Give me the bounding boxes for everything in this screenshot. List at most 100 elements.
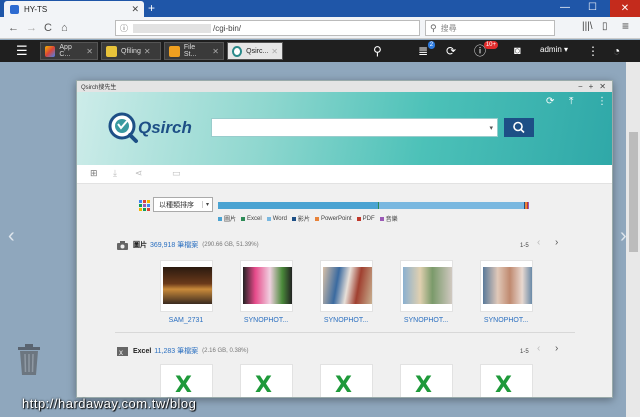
tab-app-center[interactable]: App C... ✕ — [40, 42, 98, 60]
thumbnail-filename[interactable]: SAM_2731 — [150, 317, 222, 324]
image-thumbnail[interactable] — [240, 260, 293, 312]
event-notification-icon[interactable]: ⓘ 10+ — [474, 41, 499, 58]
excel-thumbnail[interactable]: X — [400, 364, 453, 397]
more-options-icon[interactable]: ⋮ — [597, 96, 607, 108]
sort-by-label: 以種類排序 — [159, 201, 194, 209]
trash-icon[interactable] — [16, 344, 42, 376]
browser-tab-title: HY-TS — [24, 4, 48, 14]
excel-thumbnail[interactable]: X — [240, 364, 293, 398]
legend-label: 圖片 — [224, 217, 237, 223]
thumbnail-filename[interactable]: SYNOPHOT... — [470, 317, 542, 324]
qts-search-icon[interactable]: ⚲ — [373, 44, 382, 58]
sync-icon[interactable]: ⟳ — [446, 44, 456, 58]
browser-tab[interactable]: HY-TS ✕ — [4, 1, 144, 17]
image-thumbnail[interactable] — [160, 260, 213, 312]
photo-synophoto-2 — [323, 267, 372, 304]
photo-synophoto-4 — [483, 267, 532, 304]
page-scrollbar[interactable] — [626, 62, 640, 417]
dashboard-icon[interactable]: ◔ — [613, 44, 620, 58]
qnap-favicon-icon — [10, 4, 19, 14]
tab-file-station[interactable]: File St... ✕ — [164, 42, 224, 60]
window-minimize-button[interactable]: — — [560, 1, 570, 15]
excel-thumbnail[interactable]: X — [480, 364, 533, 397]
select-all-icon[interactable]: ⊞ — [90, 168, 98, 179]
background-tasks-icon[interactable]: ≣ 2 — [418, 41, 436, 58]
tab-qsirch[interactable]: Qsirc... ✕ — [227, 42, 283, 60]
legend-swatch — [241, 216, 246, 221]
distribution-segment — [527, 202, 529, 209]
scrollbar-thumb[interactable] — [629, 132, 638, 252]
home-button[interactable]: ⌂ — [61, 20, 68, 36]
image-thumbnail[interactable] — [320, 260, 373, 312]
section-size: (290.66 GB, 51.39%) — [202, 242, 259, 248]
thumbnail-filename[interactable]: SYNOPHOT... — [230, 317, 302, 324]
tab-qfiling[interactable]: Qfiling ✕ — [101, 42, 161, 60]
legend-label: PowerPoint — [320, 215, 352, 222]
chevron-down-icon: ▾ — [201, 201, 212, 208]
search-placeholder: 搜尋 — [440, 23, 457, 33]
pager-next-button[interactable]: › — [555, 237, 558, 248]
more-options-icon[interactable]: ⋮ — [587, 44, 599, 58]
thumbnail-filename[interactable]: SYNOPHOT... — [390, 317, 462, 324]
tab-close-icon[interactable]: ✕ — [131, 4, 139, 15]
folder-icon[interactable]: ▭ — [172, 168, 181, 179]
user-avatar-icon[interactable]: ◙ — [514, 44, 521, 58]
sort-by-dropdown[interactable]: 以種類排序 ▾ — [153, 197, 213, 212]
excel-thumbnail[interactable]: X — [160, 364, 213, 397]
tab-label: App C... — [59, 44, 72, 58]
upload-icon[interactable]: ⤒ — [569, 96, 573, 108]
qsirch-maximize-button[interactable]: + — [589, 82, 594, 92]
qsirch-search-input[interactable]: ▾ — [211, 118, 498, 137]
qsirch-window-titlebar[interactable]: Qsirch搜先生 − + ✕ — [77, 81, 612, 92]
download-icon[interactable]: ⤓ — [113, 168, 117, 179]
legend-swatch — [356, 216, 361, 221]
refresh-icon[interactable]: ⟳ — [546, 96, 554, 108]
section-count-link[interactable]: 11,283 筆檔案 — [154, 346, 198, 356]
qsirch-minimize-button[interactable]: − — [578, 82, 583, 92]
legend-item: Excel — [241, 214, 262, 223]
forward-button[interactable]: → — [26, 20, 37, 36]
browser-menu-icon[interactable]: ≡ — [622, 19, 629, 33]
qsirch-toolbar: ⊞ ⤓ ⋖ ▭ — [77, 165, 612, 184]
site-info-icon[interactable]: ⓘ — [120, 23, 128, 34]
main-menu-icon[interactable]: ☰ — [16, 43, 28, 58]
app-center-icon — [45, 45, 56, 57]
chevron-down-icon[interactable]: ▾ — [489, 124, 493, 132]
window-maximize-button[interactable]: ☐ — [588, 1, 597, 15]
tab-close-icon[interactable]: ✕ — [144, 47, 151, 56]
tab-close-icon[interactable]: ✕ — [212, 47, 219, 56]
distribution-segment — [378, 202, 524, 209]
desktop-prev-arrow[interactable]: ‹ — [8, 225, 15, 248]
pager-next-button[interactable]: › — [555, 343, 558, 354]
qsirch-search-button[interactable] — [504, 118, 534, 137]
reload-button[interactable]: C — [44, 20, 52, 36]
share-icon[interactable]: ⋖ — [135, 168, 143, 179]
tab-close-icon[interactable]: ✕ — [271, 47, 278, 56]
user-menu[interactable]: admin ▾ — [540, 45, 568, 54]
image-thumbnail[interactable] — [480, 260, 533, 312]
back-button[interactable]: ← — [8, 20, 19, 36]
qts-toolbar: ☰ App C... ✕ Qfiling ✕ File St... ✕ Qsir… — [0, 40, 640, 62]
excel-thumbnail[interactable]: X — [320, 364, 373, 397]
legend-label: Word — [272, 215, 287, 222]
address-bar[interactable]: ⓘ /cgi-bin/ — [115, 20, 420, 36]
legend-item: 影片 — [291, 214, 310, 223]
legend-item: 圖片 — [218, 214, 236, 223]
legend-label: 音樂 — [385, 217, 398, 223]
pager-prev-button[interactable]: ‹ — [537, 343, 540, 354]
sidebar-icon[interactable]: ▯ — [602, 21, 608, 32]
pager-prev-button[interactable]: ‹ — [537, 237, 540, 248]
qsirch-close-button[interactable]: ✕ — [599, 82, 606, 92]
pager-range: 1-5 — [520, 243, 529, 249]
new-tab-button[interactable]: + — [148, 1, 155, 15]
section-count-link[interactable]: 369,918 筆檔案 — [150, 240, 198, 250]
tab-close-icon[interactable]: ✕ — [86, 47, 93, 56]
tasks-badge: 2 — [427, 41, 436, 49]
image-thumbnail[interactable] — [400, 260, 453, 312]
excel-file-icon: X — [255, 373, 272, 398]
thumbnail-filename[interactable]: SYNOPHOT... — [310, 317, 382, 324]
library-icon[interactable]: |||\ — [582, 21, 593, 32]
window-close-button[interactable]: ✕ — [610, 0, 640, 17]
browser-search-input[interactable]: ⚲ 搜尋 — [425, 20, 555, 36]
qsirch-results: 以種類排序 ▾ 圖片 Excel Word 影片 PowerPoint PDF 音樂 圖片 … — [77, 184, 612, 398]
